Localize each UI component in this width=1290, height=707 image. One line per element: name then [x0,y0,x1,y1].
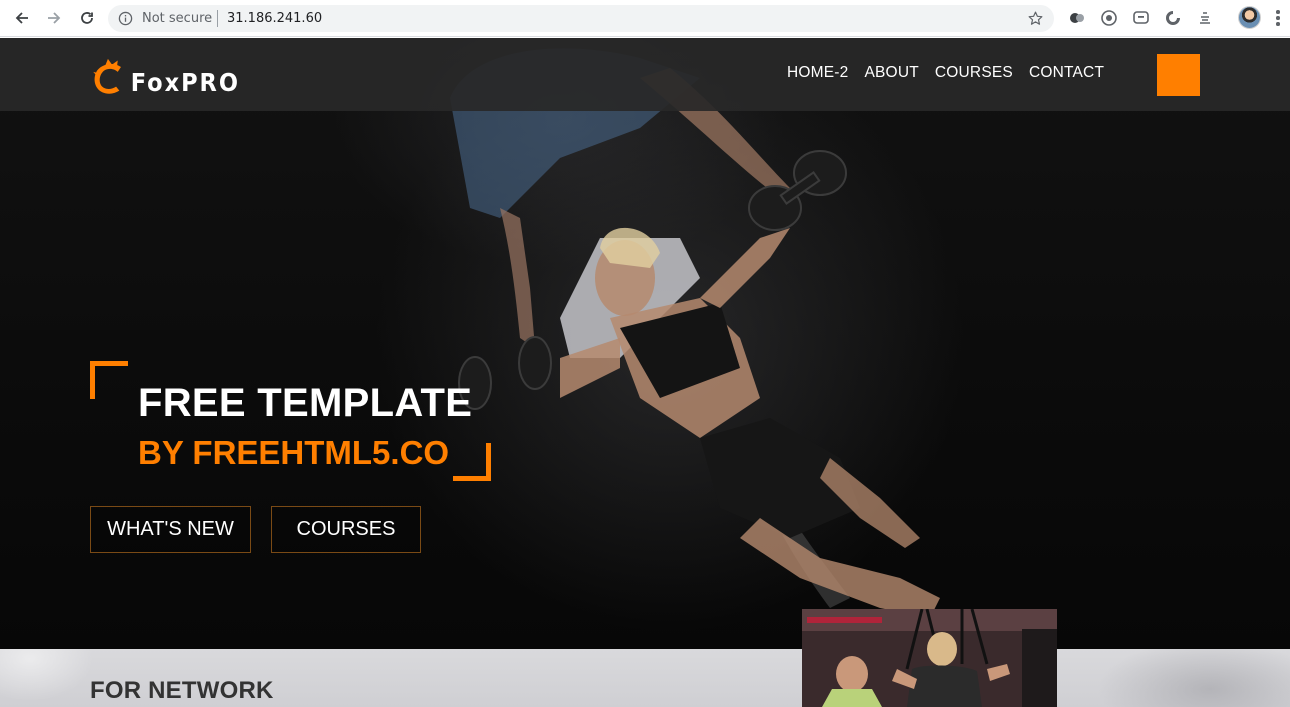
security-label[interactable]: Not secure [142,11,212,26]
back-button[interactable] [12,8,32,28]
nav-courses[interactable]: COURSES [935,64,1013,82]
profile-avatar[interactable] [1238,6,1261,29]
info-icon[interactable] [118,11,133,26]
brand-name: FoxPRO [130,67,240,97]
main-navigation: HOME-2 ABOUT COURSES CONTACT [787,64,1104,82]
forward-arrow-icon [48,12,61,24]
extension-icon-4[interactable] [1164,9,1182,27]
site-header: FoxPRO HOME-2 ABOUT COURSES CONTACT [0,38,1290,111]
whats-new-button[interactable]: WHAT'S NEW [90,506,251,553]
nav-home-2[interactable]: HOME-2 [787,64,848,82]
address-separator [217,10,218,27]
address-bar[interactable]: Not secure 31.186.241.60 [108,5,1054,32]
bracket-bottom-right [453,443,491,481]
gym-training-photo [802,609,1057,707]
forward-button[interactable] [44,8,64,28]
back-arrow-icon [15,12,28,24]
gym-photo-illustration [802,609,1057,707]
section-heading: FOR NETWORK [90,677,274,704]
url-text[interactable]: 31.186.241.60 [227,11,322,26]
bracket-top-left [90,361,128,399]
hero-title: FREE TEMPLATE [138,381,473,425]
reload-icon [81,12,93,24]
reload-button[interactable] [77,8,97,28]
courses-button[interactable]: COURSES [271,506,421,553]
bookmark-star-icon[interactable] [1027,10,1044,27]
hero-subtitle: BY FREEHTML5.CO [138,434,450,471]
extension-icon-3[interactable] [1132,9,1150,27]
menu-toggle-button[interactable] [1157,54,1200,96]
web-page: FoxPRO HOME-2 ABOUT COURSES CONTACT FREE… [0,38,1290,707]
extension-icon-5[interactable] [1196,9,1214,27]
browser-toolbar: Not secure 31.186.241.60 [0,0,1290,37]
extension-icon-1[interactable] [1068,9,1086,27]
extension-icon-2[interactable] [1100,9,1118,27]
nav-about[interactable]: ABOUT [864,64,918,82]
hero-fitness-photo [450,48,940,618]
browser-menu-icon[interactable] [1276,10,1280,26]
nav-contact[interactable]: CONTACT [1029,64,1104,82]
fox-logo-icon [93,58,121,94]
site-logo[interactable]: FoxPRO [90,50,240,102]
network-section: FOR NETWORK [0,649,1290,707]
